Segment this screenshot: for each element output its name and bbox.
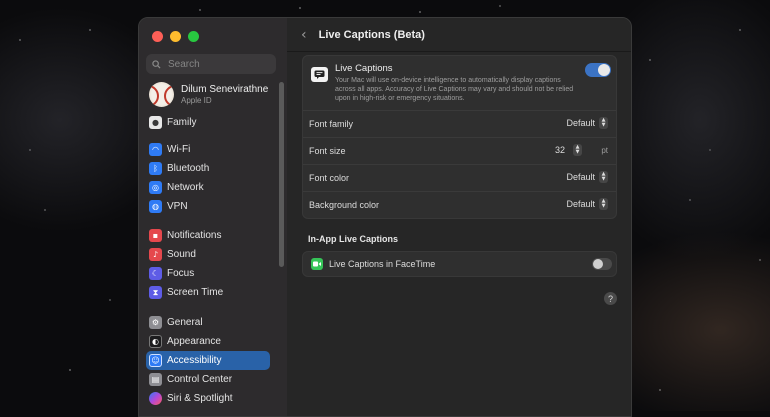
network-icon: ◎	[149, 181, 162, 194]
sidebar-item-family[interactable]: ● Family	[146, 113, 270, 132]
general-icon: ⚙	[149, 316, 162, 329]
font-size-unit: pt	[601, 146, 608, 155]
family-icon: ●	[149, 116, 162, 129]
page-title: Live Captions (Beta)	[318, 28, 425, 41]
sidebar-item-label: General	[167, 317, 203, 328]
sidebar-item-label: Accessibility	[167, 355, 222, 366]
sidebar-item-accessibility[interactable]: ☺ Accessibility	[146, 351, 270, 370]
sidebar-item-network[interactable]: ◎ Network	[146, 178, 270, 197]
font-color-row: Font color Default ▲ ▼	[303, 164, 616, 191]
sidebar-item-label: Notifications	[167, 230, 222, 241]
font-family-popup[interactable]: Default ▲ ▼	[566, 117, 608, 129]
appearance-icon: ◐	[149, 335, 162, 348]
sidebar-item-control-center[interactable]: ▤ Control Center	[146, 370, 270, 389]
sidebar-group-notifications: ▪ Notifications ♪ Sound ☾ Focus ⧗ Screen…	[146, 226, 270, 302]
zoom-window-button[interactable]	[188, 31, 199, 42]
sidebar-item-label: Wi-Fi	[167, 144, 191, 155]
live-captions-row: Live Captions Your Mac will use on-devic…	[303, 56, 616, 110]
live-captions-title: Live Captions	[335, 63, 393, 74]
system-settings-window: Dilum Senevirathne Apple ID ● Family ◠ W…	[138, 17, 632, 417]
close-window-button[interactable]	[152, 31, 163, 42]
facetime-captions-label: Live Captions in FaceTime	[329, 259, 436, 269]
sidebar-item-label: VPN	[167, 201, 188, 212]
sidebar-group-network: ◠ Wi-Fi ᛒ Bluetooth ◎ Network ◍ VPN	[146, 140, 270, 216]
back-button[interactable]: ‹	[301, 27, 307, 43]
focus-icon: ☾	[149, 267, 162, 280]
sidebar-item-vpn[interactable]: ◍ VPN	[146, 197, 270, 216]
accessibility-icon: ☺	[149, 354, 162, 367]
help-button[interactable]: ?	[604, 292, 617, 305]
apple-id-profile[interactable]: Dilum Senevirathne Apple ID	[149, 82, 268, 107]
chevron-up-down-icon: ▲ ▼	[599, 171, 608, 183]
font-size-field[interactable]: 32 ▲ ▼	[555, 144, 582, 156]
background-color-label: Background color	[309, 200, 380, 210]
avatar	[149, 82, 174, 107]
sidebar-item-appearance[interactable]: ◐ Appearance	[146, 332, 270, 351]
live-captions-description: Your Mac will use on-device intelligence…	[335, 77, 574, 102]
in-app-live-captions-heading: In-App Live Captions	[308, 234, 398, 244]
bluetooth-icon: ᛒ	[149, 162, 162, 175]
search-icon	[152, 59, 161, 69]
in-app-live-captions-card: Live Captions in FaceTime	[302, 251, 617, 277]
sidebar-item-label: Bluetooth	[167, 163, 210, 174]
font-color-popup[interactable]: Default ▲ ▼	[566, 171, 608, 183]
sidebar-item-focus[interactable]: ☾ Focus	[146, 264, 270, 283]
minimize-window-button[interactable]	[170, 31, 181, 42]
wifi-icon: ◠	[149, 143, 162, 156]
live-captions-settings-card: Live Captions Your Mac will use on-devic…	[302, 55, 617, 219]
sidebar-scrollbar[interactable]	[279, 82, 284, 267]
sidebar-item-siri-spotlight[interactable]: Siri & Spotlight	[146, 389, 270, 408]
sidebar-item-label: Focus	[167, 268, 195, 279]
notifications-icon: ▪	[149, 229, 162, 242]
profile-subtitle: Apple ID	[181, 96, 212, 105]
search-input[interactable]	[166, 57, 270, 71]
sidebar-item-general[interactable]: ⚙ General	[146, 313, 270, 332]
font-family-label: Font family	[309, 119, 354, 129]
font-size-stepper[interactable]: ▲ ▼	[573, 144, 582, 156]
sidebar-item-label: Appearance	[167, 336, 221, 347]
screen-time-icon: ⧗	[149, 286, 162, 299]
sidebar-item-label: Screen Time	[167, 287, 224, 298]
sidebar-item-label: Network	[167, 182, 204, 193]
live-captions-toggle[interactable]	[585, 63, 611, 77]
font-size-value[interactable]: 32	[555, 145, 565, 155]
sidebar-group-general: ⚙ General ◐ Appearance ☺ Accessibility ▤…	[146, 313, 270, 408]
background-color-value: Default	[566, 199, 595, 209]
sound-icon: ♪	[149, 248, 162, 261]
sidebar-item-label: Sound	[167, 249, 196, 260]
vpn-icon: ◍	[149, 200, 162, 213]
sidebar-item-sound[interactable]: ♪ Sound	[146, 245, 270, 264]
profile-name: Dilum Senevirathne	[181, 84, 269, 95]
facetime-captions-row: Live Captions in FaceTime	[303, 252, 616, 276]
font-family-value: Default	[566, 118, 595, 128]
font-size-label: Font size	[309, 146, 346, 156]
sidebar-item-label: Family	[167, 117, 197, 128]
sidebar-item-label: Control Center	[167, 374, 233, 385]
live-captions-icon	[311, 67, 328, 82]
background-color-row: Background color Default ▲ ▼	[303, 191, 616, 218]
main-pane: ‹ Live Captions (Beta) Live Captions You…	[287, 18, 631, 416]
font-size-row: Font size 32 ▲ ▼ pt	[303, 137, 616, 164]
sidebar-item-screen-time[interactable]: ⧗ Screen Time	[146, 283, 270, 302]
sidebar-item-wifi[interactable]: ◠ Wi-Fi	[146, 140, 270, 159]
control-center-icon: ▤	[149, 373, 162, 386]
window-controls	[152, 31, 199, 42]
background-color-popup[interactable]: Default ▲ ▼	[566, 198, 608, 210]
facetime-icon	[311, 258, 323, 270]
search-field[interactable]	[146, 54, 276, 74]
main-header: ‹ Live Captions (Beta)	[287, 18, 631, 52]
sidebar-item-label: Siri & Spotlight	[167, 393, 233, 404]
siri-icon	[149, 392, 162, 405]
sidebar-item-notifications[interactable]: ▪ Notifications	[146, 226, 270, 245]
facetime-captions-toggle[interactable]	[592, 258, 612, 270]
sidebar-item-bluetooth[interactable]: ᛒ Bluetooth	[146, 159, 270, 178]
sidebar: Dilum Senevirathne Apple ID ● Family ◠ W…	[139, 18, 288, 416]
chevron-up-down-icon: ▲ ▼	[599, 198, 608, 210]
sidebar-group-family: ● Family	[146, 113, 270, 132]
font-color-value: Default	[566, 172, 595, 182]
font-color-label: Font color	[309, 173, 350, 183]
font-family-row: Font family Default ▲ ▼	[303, 110, 616, 137]
chevron-up-down-icon: ▲ ▼	[599, 117, 608, 129]
